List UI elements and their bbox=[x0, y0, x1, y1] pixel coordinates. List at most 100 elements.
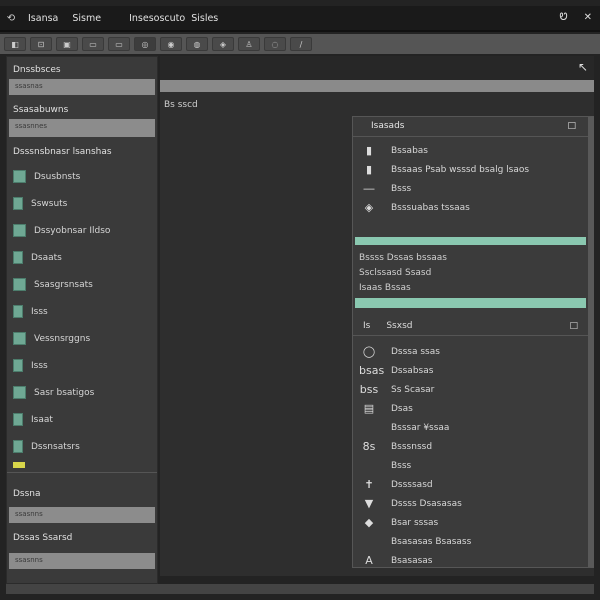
app-icon[interactable]: ⟲ bbox=[4, 13, 18, 24]
sidebar-item-label: Isss bbox=[31, 360, 48, 371]
toolbar-button-9[interactable]: ◈ bbox=[212, 37, 234, 51]
sidebar-group-title: Dsssnsbnasr lsanshas bbox=[13, 147, 112, 157]
prop-label: Bsssuabas tssaas bbox=[391, 202, 470, 213]
list-item-label: Dsas bbox=[391, 403, 413, 414]
sidebar-item[interactable]: Sswsuts bbox=[7, 190, 157, 217]
list-item[interactable]: ✝ Dssssasd bbox=[353, 475, 588, 494]
toolbar-button-3[interactable]: ▣ bbox=[56, 37, 78, 51]
info-line: Ssclssasd Ssasd bbox=[359, 268, 432, 278]
toolbar-button-8[interactable]: ◍ bbox=[186, 37, 208, 51]
sidebar-item[interactable]: Dssnsatsrs bbox=[7, 433, 157, 460]
sidebar-item[interactable]: Isss bbox=[7, 298, 157, 325]
sidebar-footer-field-2[interactable]: ssasnns bbox=[9, 553, 155, 569]
menu-item-1[interactable]: Isansa bbox=[28, 13, 58, 24]
main-divider bbox=[160, 80, 594, 92]
diamond-icon: ◆ bbox=[364, 516, 374, 529]
color-swatch bbox=[13, 278, 26, 291]
circle-icon: ◯ bbox=[362, 345, 376, 358]
prop-label: Bssabas bbox=[391, 145, 428, 156]
triangle-down-icon: ▼ bbox=[364, 497, 374, 510]
list-item[interactable]: Bsssar ¥ssaa bbox=[353, 418, 588, 437]
sidebar-item[interactable]: Vessnsrggns bbox=[7, 325, 157, 352]
toolbar-button-2[interactable]: ⊡ bbox=[30, 37, 52, 51]
diamond-icon: ◈ bbox=[364, 201, 374, 214]
list-item[interactable]: bss Ss Scasar bbox=[353, 380, 588, 399]
item-icon: 8s bbox=[362, 440, 376, 453]
block-icon: ▮ bbox=[365, 144, 373, 157]
sidebar-item[interactable]: Sasr bsatigos bbox=[7, 379, 157, 406]
item-icon: bsas bbox=[359, 364, 385, 377]
sidebar-item[interactable]: Ssasgrsnsats bbox=[7, 271, 157, 298]
sidebar-item[interactable]: Dsusbnsts bbox=[7, 163, 157, 190]
item-icon: bss bbox=[359, 383, 379, 396]
toolbar-button-7[interactable]: ◉ bbox=[160, 37, 182, 51]
prop-row[interactable]: ▮ Bssabas bbox=[353, 141, 588, 160]
list-item[interactable]: Bsss bbox=[353, 456, 588, 475]
properties-panel: Isasads □ ▮ Bssabas ▮ Bssaas Psab wsssd bs… bbox=[352, 116, 594, 568]
sidebar-item[interactable]: Isss bbox=[7, 352, 157, 379]
sidebar: Dnssbsces ssasnas Ssasabuwns ssasnnes Ds… bbox=[6, 56, 158, 584]
prop-row[interactable]: ▮ Bssaas Psab wsssd bsalg lsaos bbox=[353, 160, 588, 179]
list-item-label: Ss Scasar bbox=[391, 384, 435, 395]
color-swatch bbox=[13, 197, 23, 210]
color-swatch bbox=[13, 332, 26, 345]
sidebar-field-1[interactable]: ssasnas bbox=[9, 79, 155, 95]
list-item[interactable]: ▼ Dssss Dsasasas bbox=[353, 494, 588, 513]
list-item[interactable]: Bsasasas Bsasass bbox=[353, 532, 588, 551]
sidebar-item-label: Sswsuts bbox=[31, 198, 68, 209]
toolbar-button-10[interactable]: ♙ bbox=[238, 37, 260, 51]
list-item[interactable]: bsas Dssabsas bbox=[353, 361, 588, 380]
list-item[interactable]: A Bsasasas bbox=[353, 551, 588, 570]
sidebar-item-label: Dsusbnsts bbox=[34, 171, 81, 182]
sidebar-item-label: Sasr bsatigos bbox=[34, 387, 95, 398]
toolbar-button-12[interactable]: ∕ bbox=[290, 37, 312, 51]
panel-title-text: Isasads bbox=[371, 121, 405, 131]
menu-item-3[interactable]: Insesoscuto bbox=[129, 13, 185, 24]
highlight-marker bbox=[13, 462, 25, 468]
sidebar-item-label: Ssasgrsnsats bbox=[34, 279, 93, 290]
sidebar-item-label: Dsaats bbox=[31, 252, 62, 263]
highlight-bar bbox=[355, 237, 586, 245]
sidebar-field-2[interactable]: ssasnnes bbox=[9, 119, 155, 137]
toolbar-button-6[interactable]: ◎ bbox=[134, 37, 156, 51]
sidebar-item[interactable]: Dssyobnsar Ildso bbox=[7, 217, 157, 244]
letter-a-icon: A bbox=[365, 554, 373, 567]
close-icon[interactable]: □ bbox=[567, 121, 576, 131]
list-item[interactable]: ◯ Dsssa ssas bbox=[353, 342, 588, 361]
toolbar-button-4[interactable]: ▭ bbox=[82, 37, 104, 51]
menu-item-2[interactable]: Sisme bbox=[72, 13, 101, 24]
menu-item-4[interactable]: Sisles bbox=[191, 13, 218, 24]
prop-label: Bsss bbox=[391, 183, 412, 194]
prop-row[interactable]: ― Bsss bbox=[353, 179, 588, 198]
sidebar-header: Dnssbsces bbox=[13, 65, 61, 75]
color-swatch bbox=[13, 305, 23, 318]
breadcrumb: Bs sscd bbox=[164, 100, 198, 110]
list-item-label: Bsasasas Bsasass bbox=[391, 536, 472, 547]
prop-row[interactable]: ◈ Bsssuabas tssaas bbox=[353, 198, 588, 217]
collapse-icon[interactable]: ↖ bbox=[578, 60, 588, 74]
status-bar bbox=[6, 584, 594, 594]
section-icon: Is bbox=[363, 320, 371, 331]
expand-icon[interactable]: □ bbox=[569, 321, 578, 331]
sidebar-item[interactable]: Isaat bbox=[7, 406, 157, 433]
list-item[interactable]: ◆ Bsar sssas bbox=[353, 513, 588, 532]
app-window: ⟲ Isansa Sisme Insesoscuto Sisles Ꮼ ✕ ◧ … bbox=[0, 0, 600, 600]
sidebar-footer-item[interactable]: Dssas Ssarsd bbox=[7, 523, 157, 553]
sidebar-footer-field[interactable]: ssasnns bbox=[9, 507, 155, 523]
sidebar-item[interactable]: Dsaats bbox=[7, 244, 157, 271]
prop-label: Bssaas Psab wsssd bsalg lsaos bbox=[391, 164, 530, 175]
toolbar-button-11[interactable]: ◌ bbox=[264, 37, 286, 51]
list-item[interactable]: 8s Bsssnssd bbox=[353, 437, 588, 456]
section-label: Ssxsd bbox=[386, 320, 413, 331]
list-item[interactable]: ▤ Dsas bbox=[353, 399, 588, 418]
list-item-label: Dssss Dsasasas bbox=[391, 498, 462, 509]
section-header[interactable]: Is Ssxsd □ bbox=[353, 316, 588, 336]
info-line: Bssss Dssas bssaas bbox=[359, 253, 447, 263]
window-controls: Ꮼ ✕ bbox=[560, 12, 592, 23]
sidebar-item-label: Dssnsatsrs bbox=[31, 441, 80, 452]
toolbar-button-5[interactable]: ▭ bbox=[108, 37, 130, 51]
toolbar-button-1[interactable]: ◧ bbox=[4, 37, 26, 51]
settings-icon[interactable]: Ꮼ bbox=[560, 12, 568, 23]
close-icon[interactable]: ✕ bbox=[584, 12, 592, 23]
sidebar-item-label: Isaat bbox=[31, 414, 53, 425]
